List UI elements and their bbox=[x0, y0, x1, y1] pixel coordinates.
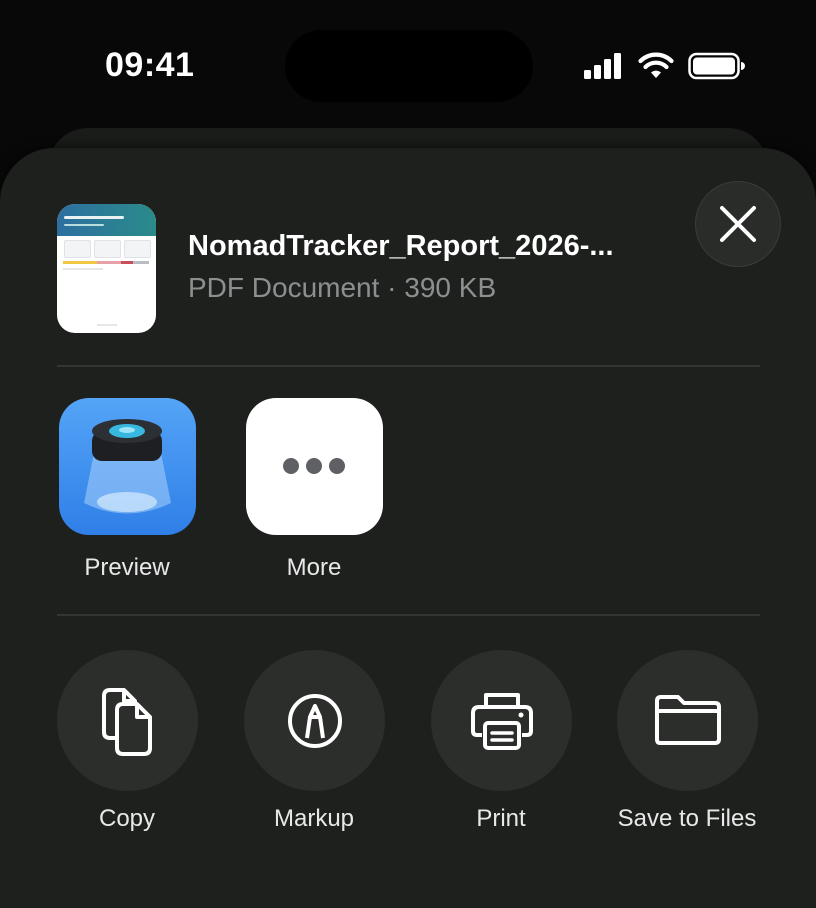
thumbnail-bar bbox=[133, 261, 149, 264]
folder-icon bbox=[654, 694, 721, 745]
battery-icon bbox=[688, 52, 745, 80]
thumbnail-bar bbox=[63, 261, 97, 264]
thumbnail-stat bbox=[124, 240, 151, 258]
thumbnail-header bbox=[57, 204, 156, 236]
preview-app-icon bbox=[84, 419, 171, 514]
status-bar: 09:41 bbox=[0, 0, 816, 130]
copy-icon bbox=[101, 687, 152, 756]
app-more[interactable] bbox=[246, 398, 383, 535]
divider bbox=[57, 614, 760, 616]
save-to-files-button[interactable] bbox=[617, 650, 758, 791]
more-icon bbox=[283, 458, 345, 474]
thumbnail-subtitle bbox=[64, 224, 104, 226]
markup-icon bbox=[287, 693, 342, 748]
wifi-icon bbox=[638, 52, 674, 78]
thumbnail-bar bbox=[97, 261, 121, 264]
divider bbox=[57, 365, 760, 367]
print-icon bbox=[470, 692, 533, 750]
pdf-thumbnail bbox=[57, 204, 156, 333]
copy-button[interactable] bbox=[57, 650, 198, 791]
thumbnail-title bbox=[64, 216, 124, 219]
copy-label: Copy bbox=[98, 805, 156, 832]
thumbnail-bar bbox=[121, 261, 133, 264]
app-label-preview: Preview bbox=[84, 554, 170, 581]
app-label-more: More bbox=[286, 554, 342, 581]
app-preview[interactable] bbox=[59, 398, 196, 535]
thumbnail-line bbox=[97, 324, 117, 326]
close-icon bbox=[720, 206, 756, 242]
file-name: NomadTracker_Report_2026-... bbox=[188, 230, 614, 262]
close-button[interactable] bbox=[695, 181, 781, 267]
markup-label: Markup bbox=[273, 805, 355, 832]
print-label: Print bbox=[476, 805, 526, 832]
status-time: 09:41 bbox=[105, 46, 195, 84]
thumbnail-stat bbox=[94, 240, 121, 258]
cellular-signal-icon bbox=[584, 53, 621, 79]
file-meta: PDF Document · 390 KB bbox=[188, 272, 497, 303]
markup-button[interactable] bbox=[244, 650, 385, 791]
save-to-files-label: Save to Files bbox=[617, 805, 757, 832]
thumbnail-line bbox=[63, 268, 103, 270]
thumbnail-stat bbox=[64, 240, 91, 258]
print-button[interactable] bbox=[431, 650, 572, 791]
dynamic-island bbox=[285, 30, 533, 102]
